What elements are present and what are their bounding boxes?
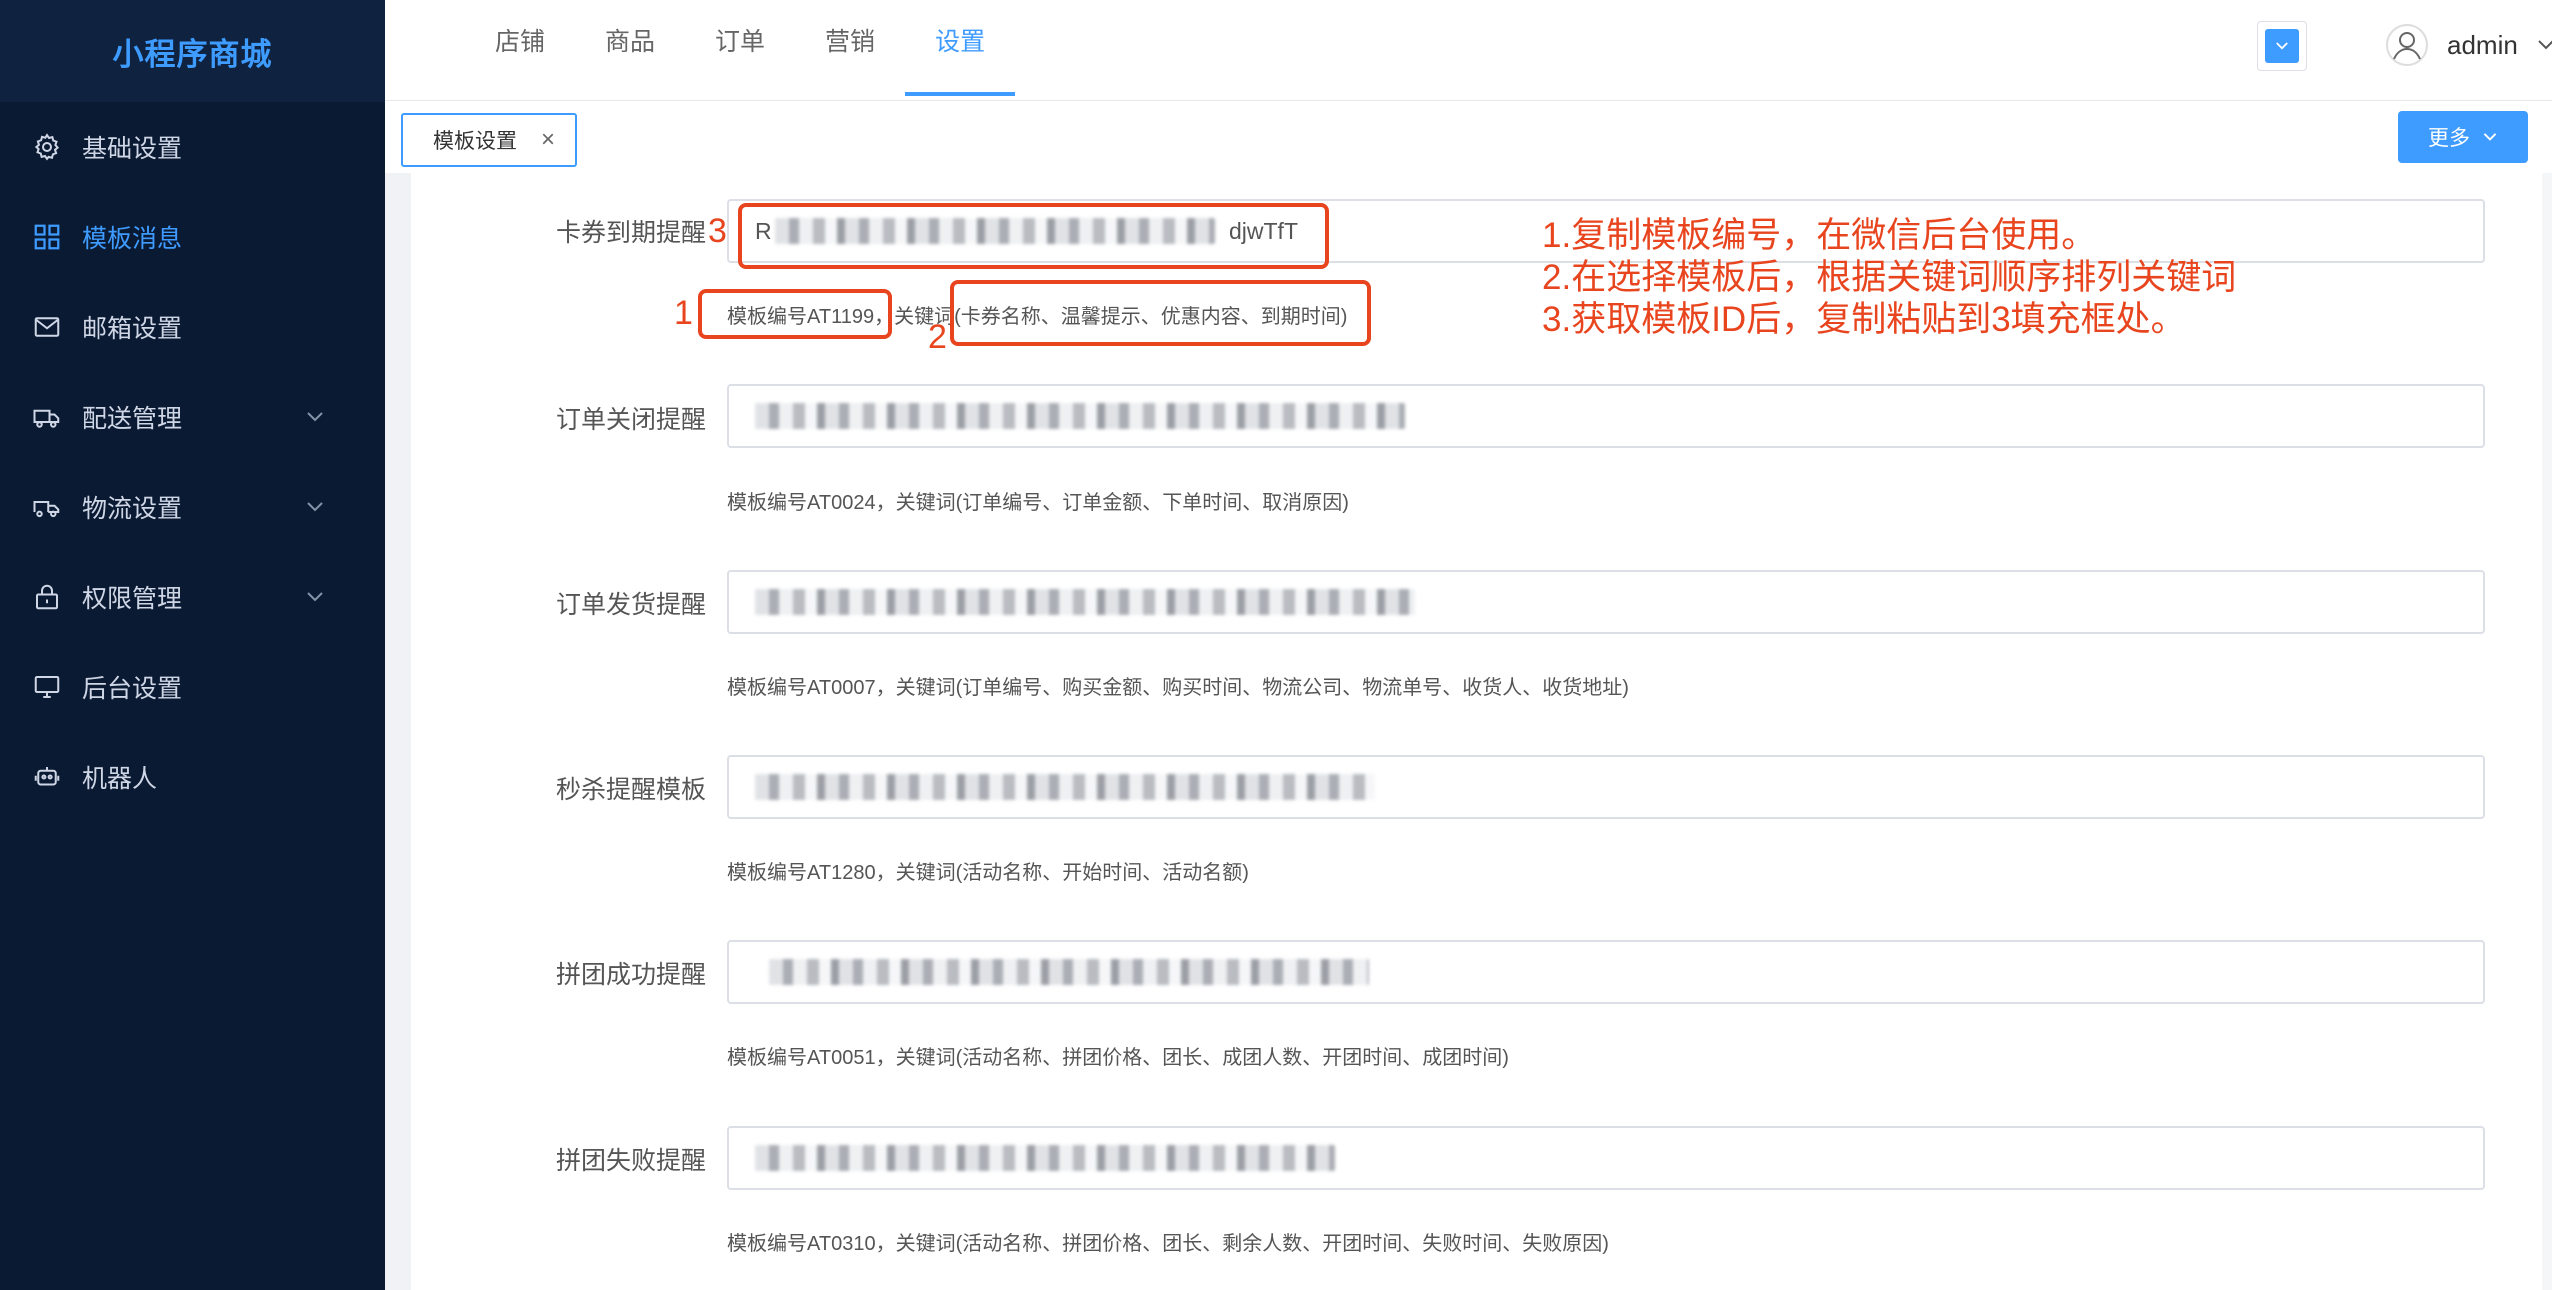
sidebar-item-label: 基础设置	[82, 135, 183, 163]
sidebar-item-template-messages[interactable]: 模板消息	[0, 192, 385, 282]
tab-shop[interactable]: 店铺	[465, 0, 575, 96]
redacted-value	[769, 959, 1369, 985]
label-group-failed: 拼团失败提醒	[555, 1147, 706, 1175]
annotation-marker-3: 3	[708, 212, 727, 250]
chevron-down-icon	[2538, 40, 2552, 50]
sidebar-item-email-settings[interactable]: 邮箱设置	[0, 282, 385, 372]
annotation-note-2: 2.在选择模板后，根据关键词顺序排列关键词	[1542, 258, 2237, 297]
annotation-note-3: 3.获取模板ID后，复制粘贴到3填充框处。	[1542, 300, 2186, 339]
label-coupon-expiry: 卡券到期提醒	[555, 219, 706, 247]
tab-settings[interactable]: 设置	[905, 0, 1016, 96]
grid-icon	[30, 220, 64, 254]
chevron-down-icon	[307, 502, 323, 512]
input-order-closed[interactable]	[727, 384, 2485, 448]
lock-icon	[30, 580, 64, 614]
brand-title: 小程序商城	[0, 0, 385, 102]
sidebar-item-permission-management[interactable]: 权限管理	[0, 552, 385, 642]
hint-flash-sale: 模板编号AT1280，关键词(活动名称、开始时间、活动名额)	[727, 862, 1249, 884]
tag-template-settings[interactable]: 模板设置 ×	[401, 113, 578, 167]
top-nav: 店铺 商品 订单 营销 设置	[465, 0, 1016, 100]
annotation-note-1: 1.复制模板编号，在微信后台使用。	[1542, 216, 2097, 255]
tags-bar: 模板设置 × 更多	[385, 101, 2552, 173]
monitor-icon	[30, 670, 64, 704]
hint-order-shipped: 模板编号AT0007，关键词(订单编号、购买金额、购买时间、物流公司、物流单号、…	[727, 677, 1629, 699]
input-order-shipped[interactable]	[727, 570, 2485, 634]
more-button[interactable]: 更多	[2398, 111, 2528, 163]
label-group-success: 拼团成功提醒	[555, 961, 706, 989]
label-flash-sale: 秒杀提醒模板	[555, 776, 706, 804]
sidebar-item-label: 机器人	[82, 765, 158, 793]
redacted-value	[755, 403, 1405, 429]
sidebar-item-basic-settings[interactable]: 基础设置	[0, 102, 385, 192]
user-menu[interactable]: admin	[2385, 0, 2552, 90]
hint-group-failed: 模板编号AT0310，关键词(活动名称、拼团价格、团长、剩余人数、开团时间、失败…	[727, 1233, 1609, 1255]
input-group-success[interactable]	[727, 940, 2485, 1004]
tab-orders[interactable]: 订单	[685, 0, 795, 96]
scrollbar[interactable]	[2542, 173, 2552, 1290]
input-flash-sale[interactable]	[727, 755, 2485, 819]
sidebar-item-label: 配送管理	[82, 405, 183, 433]
sidebar-item-backend-settings[interactable]: 后台设置	[0, 642, 385, 732]
input-group-failed[interactable]	[727, 1126, 2485, 1190]
redacted-value	[755, 589, 1415, 615]
annotation-box-3	[738, 203, 1329, 269]
delivery-icon	[30, 400, 64, 434]
annotation-box-1	[698, 289, 892, 339]
chevron-down-icon	[307, 592, 323, 602]
redacted-value	[755, 774, 1375, 800]
sidebar-item-label: 模板消息	[82, 225, 183, 253]
close-icon[interactable]: ×	[541, 126, 555, 154]
dropdown-toggle-icon	[2265, 29, 2299, 63]
sidebar-item-delivery-management[interactable]: 配送管理	[0, 372, 385, 462]
annotation-notes: 1.复制模板编号，在微信后台使用。 2.在选择模板后，根据关键词顺序排列关键词 …	[1542, 215, 2236, 341]
sidebar-item-label: 物流设置	[82, 495, 183, 523]
label-order-shipped: 订单发货提醒	[555, 591, 706, 619]
avatar-icon	[2386, 24, 2428, 66]
tab-marketing[interactable]: 营销	[795, 0, 905, 96]
truck-icon	[30, 490, 64, 524]
more-button-label: 更多	[2428, 127, 2470, 150]
label-order-closed: 订单关闭提醒	[555, 406, 706, 434]
annotation-marker-1: 1	[674, 294, 693, 332]
sidebar-item-logistics-settings[interactable]: 物流设置	[0, 462, 385, 552]
fullscreen-button[interactable]	[2257, 21, 2307, 71]
sidebar: 小程序商城 基础设置 模板消息 邮箱设置 配送管理 物流设置 权限管理 后台设置…	[0, 0, 385, 1290]
chevron-down-icon	[2483, 133, 2497, 141]
tab-products[interactable]: 商品	[575, 0, 685, 96]
hint-group-success: 模板编号AT0051，关键词(活动名称、拼团价格、团长、成团人数、开团时间、成团…	[727, 1047, 1509, 1069]
top-header: 店铺 商品 订单 营销 设置 admin	[385, 0, 2552, 101]
mail-icon	[30, 310, 64, 344]
sidebar-menu: 基础设置 模板消息 邮箱设置 配送管理 物流设置 权限管理 后台设置 机器人	[0, 102, 385, 822]
tag-label: 模板设置	[433, 130, 517, 153]
sidebar-item-label: 邮箱设置	[82, 315, 183, 343]
sidebar-item-robot[interactable]: 机器人	[0, 732, 385, 822]
annotation-box-2	[950, 280, 1371, 346]
gear-icon	[30, 130, 64, 164]
user-name: admin	[2447, 29, 2518, 60]
chevron-down-icon	[307, 412, 323, 422]
sidebar-item-label: 后台设置	[82, 675, 183, 703]
redacted-value	[755, 1145, 1335, 1171]
annotation-marker-2: 2	[928, 318, 947, 356]
sidebar-item-label: 权限管理	[82, 585, 183, 613]
hint-order-closed: 模板编号AT0024，关键词(订单编号、订单金额、下单时间、取消原因)	[727, 492, 1349, 514]
robot-icon	[30, 760, 64, 794]
